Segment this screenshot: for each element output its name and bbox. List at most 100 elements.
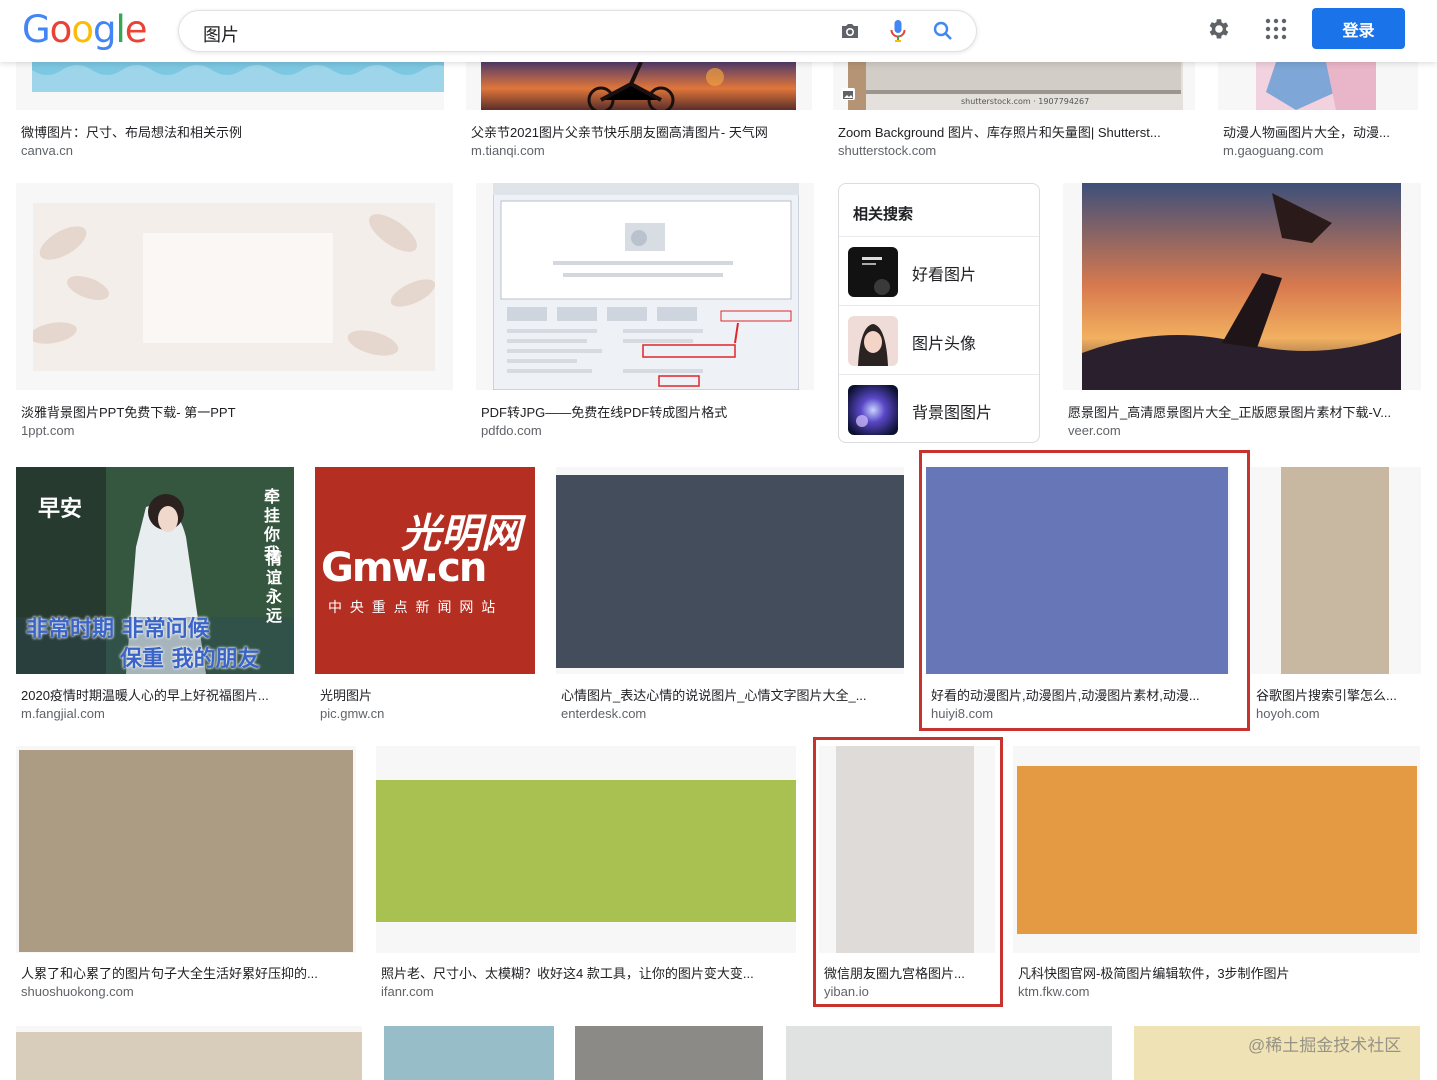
placeholder-image	[19, 750, 353, 952]
result-domain: hoyoh.com	[1256, 706, 1320, 721]
related-search-item[interactable]: 好看图片	[839, 236, 1039, 306]
result-image[interactable]	[476, 183, 814, 390]
related-thumbnail	[848, 316, 898, 366]
result-title[interactable]: 好看的动漫图片,动漫图片,动漫图片素材,动漫...	[931, 685, 1223, 704]
settings-gear-icon[interactable]	[1205, 16, 1231, 42]
result-tile[interactable]: 愿景图片_高清愿景图片大全_正版愿景图片素材下载-V... veer.com	[1063, 183, 1421, 445]
placeholder-image	[575, 1026, 763, 1080]
result-image[interactable]	[376, 746, 796, 953]
result-tile-selected[interactable]: 好看的动漫图片,动漫图片,动漫图片素材,动漫... huiyi8.com	[926, 467, 1230, 727]
result-domain: shuoshuokong.com	[21, 984, 134, 999]
result-tile[interactable]: 谷歌图片搜索引擎怎么... hoyoh.com	[1251, 467, 1421, 727]
wave-image	[32, 62, 444, 92]
google-logo[interactable]: Google	[22, 8, 147, 51]
result-title[interactable]: 心情图片_表达心情的说说图片_心情文字图片大全_...	[561, 685, 901, 704]
logo-letter: o	[49, 8, 73, 51]
result-tile[interactable]: 淡雅背景图片PPT免费下载- 第一PPT 1ppt.com	[16, 183, 453, 445]
result-image[interactable]	[466, 62, 812, 110]
result-tile[interactable]	[786, 1026, 1112, 1080]
result-image[interactable]: 早安 牵挂你我 情谊永远 非常时期 非常问候 保重 我的朋友	[16, 467, 294, 674]
result-tile[interactable]: 动漫人物画图片大全，动漫... m.gaoguang.com	[1218, 62, 1418, 162]
result-tile[interactable]: 父亲节2021图片父亲节快乐朋友圈高清图片- 天气网 m.tianqi.com	[466, 62, 812, 162]
placeholder-image	[836, 746, 974, 953]
result-tile[interactable]: 照片老、尺寸小、太模糊？收好这4 款工具，让你的图片变大变... ifanr.c…	[376, 746, 796, 1006]
result-image[interactable]	[819, 746, 995, 953]
result-domain: shutterstock.com	[838, 143, 937, 158]
result-title[interactable]: 微信朋友圈九宫格图片...	[824, 963, 984, 982]
result-image[interactable]: shutterstock.com · 1907794267	[833, 62, 1195, 110]
result-title[interactable]: 光明图片	[320, 685, 532, 704]
result-tile[interactable]: 早安 牵挂你我 情谊永远 非常时期 非常问候 保重 我的朋友 2020疫情时期温…	[16, 467, 294, 727]
result-domain: m.gaoguang.com	[1223, 143, 1324, 158]
search-icon[interactable]	[932, 20, 954, 42]
result-image[interactable]	[786, 1026, 1112, 1080]
related-thumbnail	[848, 247, 898, 297]
result-title[interactable]: 照片老、尺寸小、太模糊？收好这4 款工具，让你的图片变大变...	[381, 963, 793, 982]
related-search-label[interactable]: 好看图片	[912, 261, 976, 285]
result-tile[interactable]: PDF转JPG——免费在线PDF转成图片格式 pdfdo.com	[476, 183, 814, 445]
result-image[interactable]	[16, 62, 444, 110]
result-image[interactable]	[16, 746, 356, 953]
result-tile[interactable]: 人累了和心累了的图片句子大全生活好累好压抑的... shuoshuokong.c…	[16, 746, 356, 1006]
result-image[interactable]	[575, 1026, 763, 1080]
result-image[interactable]	[556, 467, 904, 674]
result-domain: m.fangjial.com	[21, 706, 105, 721]
microphone-icon[interactable]	[887, 20, 909, 42]
camera-icon[interactable]	[839, 20, 861, 42]
result-domain: veer.com	[1068, 423, 1121, 438]
result-tile[interactable]	[384, 1026, 554, 1080]
result-title[interactable]: 淡雅背景图片PPT免费下载- 第一PPT	[21, 402, 451, 421]
result-title[interactable]: 人累了和心累了的图片句子大全生活好累好压抑的...	[21, 963, 353, 982]
search-box[interactable]: 图片	[178, 10, 977, 52]
placeholder-image	[376, 780, 796, 922]
placeholder-image	[926, 467, 1228, 674]
result-tile[interactable]: 凡科快图官网-极简图片编辑软件，3步制作图片 ktm.fkw.com	[1013, 746, 1420, 1006]
result-title[interactable]: 微博图片：尺寸、布局想法和相关示例	[21, 122, 441, 141]
apps-grid-icon[interactable]	[1263, 16, 1289, 42]
image-icon	[841, 88, 855, 100]
result-image[interactable]	[16, 1026, 362, 1080]
related-thumbnail	[848, 385, 898, 435]
related-searches-title: 相关搜索	[853, 206, 914, 223]
result-title[interactable]: 父亲节2021图片父亲节快乐朋友圈高清图片- 天气网	[471, 122, 811, 141]
result-title[interactable]: 2020疫情时期温暖人心的早上好祝福图片...	[21, 685, 291, 704]
result-image[interactable]	[1218, 62, 1418, 110]
related-search-label[interactable]: 图片头像	[912, 330, 976, 354]
result-tile[interactable]: 心情图片_表达心情的说说图片_心情文字图片大全_... enterdesk.co…	[556, 467, 904, 727]
search-input[interactable]: 图片	[203, 21, 239, 47]
login-button[interactable]: 登录	[1312, 8, 1405, 49]
placeholder-image	[16, 1032, 362, 1080]
placeholder-image	[1281, 467, 1389, 674]
placeholder-image	[1017, 766, 1417, 934]
result-image[interactable]	[1013, 746, 1420, 953]
result-domain: huiyi8.com	[931, 706, 994, 721]
related-search-item[interactable]: 图片头像	[839, 305, 1039, 375]
result-tile[interactable]: 微博图片：尺寸、布局想法和相关示例 canva.cn	[16, 62, 444, 162]
result-image[interactable]	[926, 467, 1230, 674]
result-title[interactable]: 凡科快图官网-极简图片编辑软件，3步制作图片	[1018, 963, 1418, 982]
gmw-logo-image[interactable]: 光明网 Gmw.cn 中 央 重 点 新 闻 网 站	[315, 467, 535, 674]
pdf-converter-screenshot	[493, 183, 799, 390]
result-domain: enterdesk.com	[561, 706, 647, 721]
result-image[interactable]	[1251, 467, 1421, 674]
result-image[interactable]	[1063, 183, 1421, 390]
result-tile[interactable]	[16, 1026, 362, 1080]
result-tile[interactable]: 光明网 Gmw.cn 中 央 重 点 新 闻 网 站 光明图片 pic.gmw.…	[315, 467, 535, 727]
result-image[interactable]	[16, 183, 453, 390]
result-title[interactable]: 谷歌图片搜索引擎怎么...	[1256, 685, 1418, 704]
result-tile-selected[interactable]: 微信朋友圈九宫格图片... yiban.io	[819, 746, 995, 1006]
result-tile[interactable]	[575, 1026, 763, 1080]
result-title[interactable]: Zoom Background 图片、库存照片和矢量图| Shutterst..…	[838, 122, 1190, 141]
result-tile[interactable]: shutterstock.com · 1907794267 Zoom Backg…	[833, 62, 1195, 162]
result-title[interactable]: PDF转JPG——免费在线PDF转成图片格式	[481, 402, 811, 421]
placeholder-image	[556, 475, 904, 668]
result-image[interactable]	[384, 1026, 554, 1080]
result-title[interactable]: 动漫人物画图片大全，动漫...	[1223, 122, 1418, 141]
result-domain: pic.gmw.cn	[320, 706, 385, 721]
gmw-logo-tagline: 中 央 重 点 新 闻 网 站	[328, 599, 498, 615]
result-title[interactable]: 愿景图片_高清愿景图片大全_正版愿景图片素材下载-V...	[1068, 402, 1418, 421]
related-search-label[interactable]: 背景图图片	[912, 399, 992, 423]
sunset-bicycle-image	[481, 62, 796, 110]
poster-text: 早安	[38, 496, 83, 522]
related-search-item[interactable]: 背景图图片	[839, 374, 1039, 442]
